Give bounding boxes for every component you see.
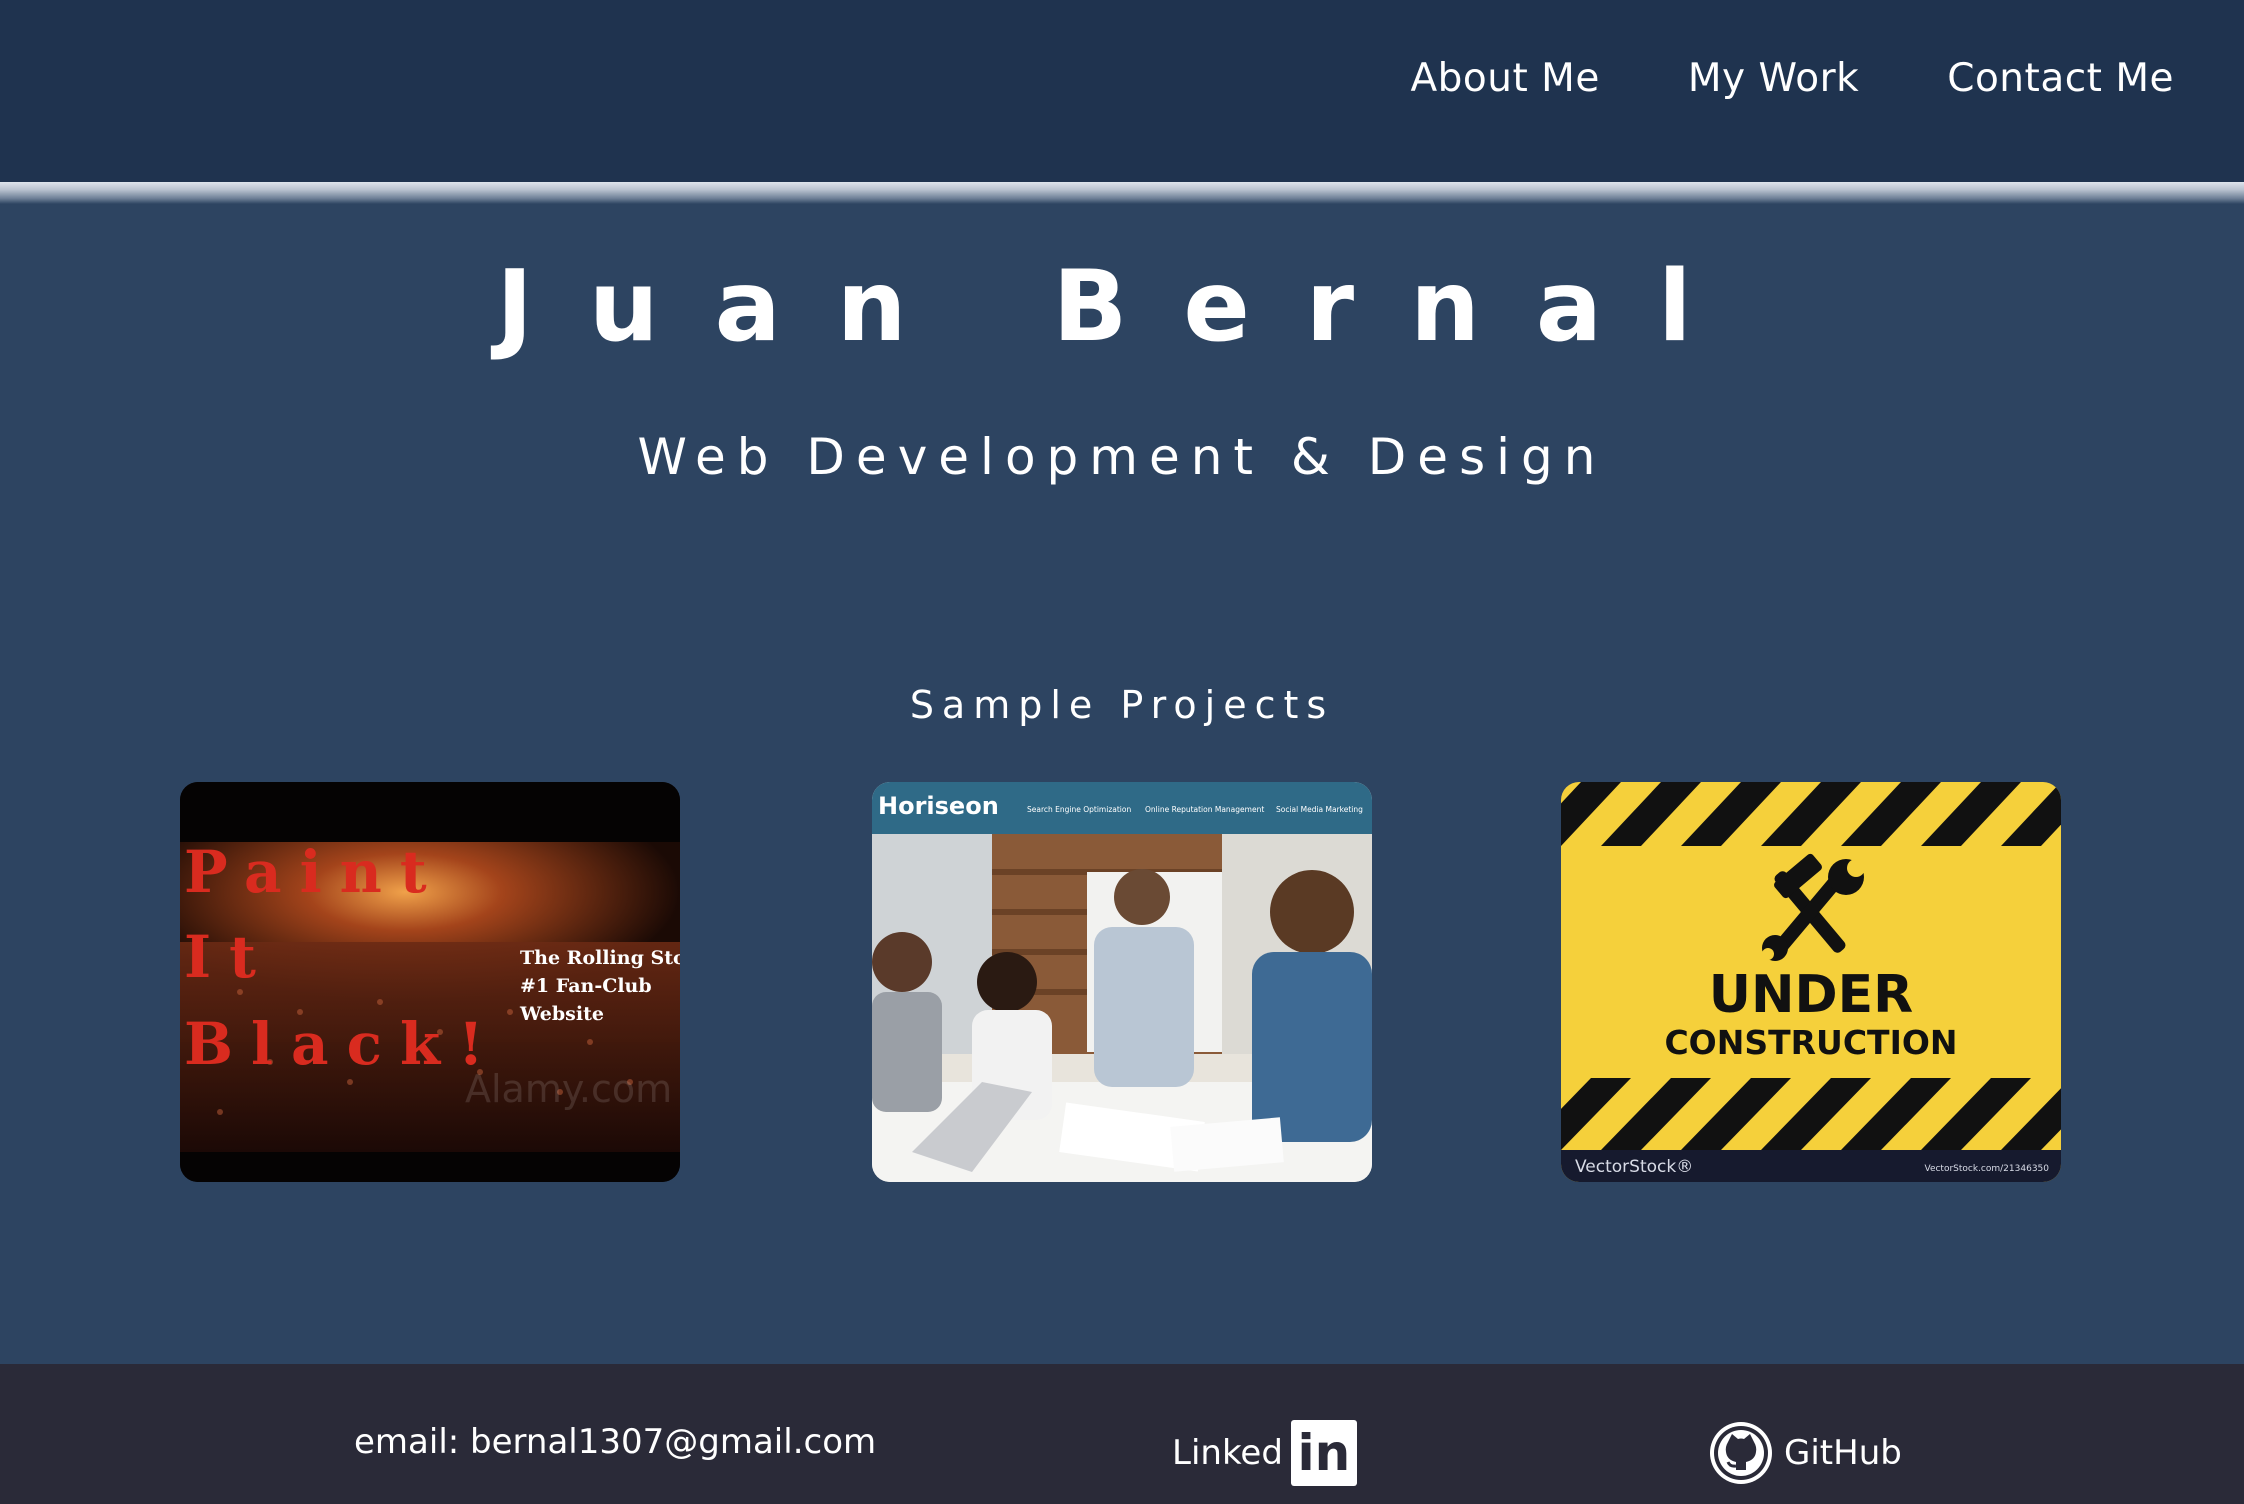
nav-my-work-link[interactable]: My Work [1688,56,1859,101]
black-text: Black! [184,1010,502,1078]
site-header: About Me My Work Contact Me [0,0,2244,204]
nav-contact-me-link[interactable]: Contact Me [1947,56,2174,101]
project-card-under-construction[interactable]: UNDER CONSTRUCTION VectorStock® VectorSt… [1561,782,2061,1182]
sample-projects-heading: Sample Projects [909,683,1335,727]
horiseon-thumbnail: Horiseon Search Engine Optimization Onli… [872,782,1372,1182]
github-link[interactable]: GitHub [1708,1420,1902,1486]
caption-line-3: Website [519,1003,604,1025]
horiseon-menu-1: Search Engine Optimization [1027,805,1131,814]
linkedin-in-icon: in [1290,1420,1357,1486]
footer-email[interactable]: email: bernal1307@gmail.com [354,1422,876,1462]
vectorstock-url: VectorStock.com/21346350 [1924,1164,2049,1174]
construction-text: CONSTRUCTION [1664,1023,1957,1062]
nav-about-me-link[interactable]: About Me [1410,56,1599,101]
caption-line-2: #1 Fan-Club [520,975,652,997]
it-text: It [184,923,274,991]
caption-line-1: The Rolling Stones [520,947,680,969]
main-nav: About Me My Work Contact Me [1410,56,2174,101]
horiseon-brand: Horiseon [878,792,999,820]
github-octocat-icon [1710,1422,1772,1484]
site-footer: email: bernal1307@gmail.com Linked in Gi… [0,1364,2244,1504]
horiseon-menu-3: Social Media Marketing [1276,805,1363,814]
paint-text: Paint [184,838,445,906]
page-subtitle: Web Development & Design [637,428,1607,486]
watermark: Alamy.com [465,1067,672,1111]
vectorstock-brand: VectorStock® [1575,1157,1693,1177]
github-label: GitHub [1784,1433,1902,1473]
under-text: UNDER [1709,965,1913,1025]
project-card-paint-it-black[interactable]: Paint It Black! The Rolling Stones #1 Fa… [180,782,680,1182]
paint-it-black-thumbnail: Paint It Black! The Rolling Stones #1 Fa… [180,782,680,1182]
page-title: Juan Bernal [496,250,1748,364]
linkedin-label: Linked [1172,1433,1283,1473]
project-card-horiseon[interactable]: Horiseon Search Engine Optimization Onli… [872,782,1372,1182]
horiseon-menu-2: Online Reputation Management [1145,805,1264,814]
under-construction-thumbnail: UNDER CONSTRUCTION VectorStock® VectorSt… [1561,782,2061,1182]
linkedin-link[interactable]: Linked in [1172,1420,1357,1486]
